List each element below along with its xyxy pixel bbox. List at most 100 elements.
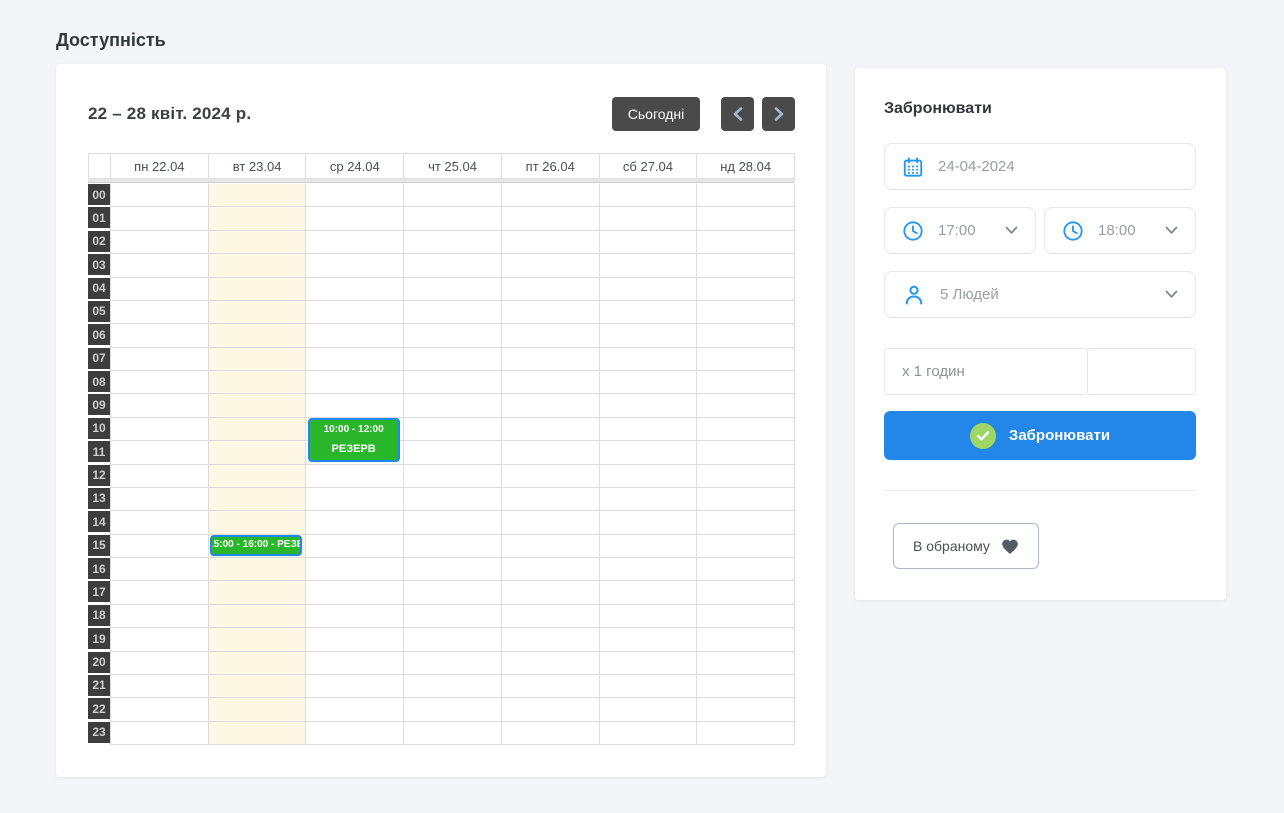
calendar-slot[interactable] — [697, 254, 795, 277]
calendar-slot[interactable] — [306, 558, 404, 581]
calendar-slot[interactable] — [697, 698, 795, 721]
calendar-slot[interactable] — [502, 698, 600, 721]
calendar-slot[interactable] — [697, 465, 795, 488]
calendar-slot[interactable] — [306, 301, 404, 324]
calendar-slot[interactable] — [306, 231, 404, 254]
calendar-slot[interactable] — [502, 652, 600, 675]
calendar-slot[interactable] — [110, 558, 209, 581]
calendar-slot[interactable] — [110, 605, 209, 628]
calendar-slot[interactable] — [209, 418, 307, 441]
calendar-slot[interactable] — [209, 488, 307, 511]
calendar-slot[interactable] — [600, 441, 698, 464]
calendar-slot[interactable] — [697, 722, 795, 745]
calendar-slot[interactable] — [404, 254, 502, 277]
next-week-button[interactable] — [762, 97, 795, 131]
calendar-slot[interactable] — [110, 628, 209, 651]
calendar-slot[interactable] — [600, 511, 698, 534]
calendar-slot[interactable] — [697, 652, 795, 675]
calendar-slot[interactable] — [404, 511, 502, 534]
calendar-slot[interactable] — [209, 675, 307, 698]
calendar-slot[interactable] — [110, 511, 209, 534]
calendar-slot[interactable] — [110, 184, 209, 207]
calendar-slot[interactable] — [110, 301, 209, 324]
calendar-slot[interactable] — [404, 348, 502, 371]
calendar-slot[interactable] — [697, 184, 795, 207]
calendar-slot[interactable] — [502, 324, 600, 347]
calendar-slot[interactable] — [110, 231, 209, 254]
calendar-slot[interactable] — [209, 511, 307, 534]
calendar-slot[interactable] — [209, 324, 307, 347]
calendar-slot[interactable] — [306, 605, 404, 628]
calendar-slot[interactable] — [110, 254, 209, 277]
calendar-slot[interactable] — [600, 581, 698, 604]
calendar-slot[interactable] — [600, 278, 698, 301]
calendar-slot[interactable] — [502, 628, 600, 651]
time-to-select[interactable]: 18:00 — [1044, 207, 1196, 254]
calendar-slot[interactable] — [502, 488, 600, 511]
calendar-slot[interactable] — [697, 581, 795, 604]
calendar-slot[interactable] — [209, 371, 307, 394]
people-select[interactable]: 5 Людей — [884, 271, 1196, 318]
calendar-slot[interactable] — [697, 511, 795, 534]
calendar-slot[interactable] — [306, 324, 404, 347]
calendar-slot[interactable] — [110, 278, 209, 301]
calendar-slot[interactable] — [502, 184, 600, 207]
calendar-slot[interactable] — [110, 418, 209, 441]
calendar-slot[interactable] — [110, 371, 209, 394]
calendar-slot[interactable] — [404, 184, 502, 207]
calendar-slot[interactable] — [502, 511, 600, 534]
calendar-slot[interactable] — [404, 207, 502, 230]
calendar-slot[interactable] — [404, 605, 502, 628]
calendar-slot[interactable] — [306, 722, 404, 745]
calendar-slot[interactable] — [110, 652, 209, 675]
calendar-slot[interactable] — [600, 698, 698, 721]
calendar-slot[interactable] — [697, 348, 795, 371]
calendar-slot[interactable] — [600, 605, 698, 628]
calendar-slot[interactable] — [502, 558, 600, 581]
calendar-slot[interactable] — [209, 231, 307, 254]
calendar-slot[interactable] — [306, 465, 404, 488]
reservation-event[interactable]: 10:00 - 12:00РЕЗЕРВ — [308, 418, 400, 463]
calendar-slot[interactable] — [502, 348, 600, 371]
calendar-slot[interactable] — [404, 301, 502, 324]
calendar-slot[interactable] — [404, 324, 502, 347]
calendar-slot[interactable] — [600, 465, 698, 488]
calendar-slot[interactable] — [306, 254, 404, 277]
calendar-slot[interactable] — [600, 722, 698, 745]
calendar-slot[interactable] — [697, 207, 795, 230]
calendar-slot[interactable] — [110, 324, 209, 347]
calendar-slot[interactable] — [306, 394, 404, 417]
calendar-slot[interactable] — [600, 418, 698, 441]
calendar-slot[interactable] — [306, 652, 404, 675]
calendar-slot[interactable] — [600, 324, 698, 347]
calendar-slot[interactable] — [306, 581, 404, 604]
calendar-slot[interactable] — [600, 535, 698, 558]
duration-field[interactable]: x 1 годин — [884, 348, 1088, 395]
calendar-slot[interactable] — [404, 675, 502, 698]
calendar-slot[interactable] — [600, 558, 698, 581]
calendar-slot[interactable] — [110, 348, 209, 371]
calendar-slot[interactable] — [209, 254, 307, 277]
calendar-slot[interactable] — [404, 278, 502, 301]
calendar-slot[interactable] — [697, 628, 795, 651]
calendar-slot[interactable] — [697, 231, 795, 254]
calendar-slot[interactable] — [209, 441, 307, 464]
calendar-slot[interactable] — [404, 652, 502, 675]
calendar-slot[interactable] — [306, 278, 404, 301]
calendar-slot[interactable] — [209, 628, 307, 651]
book-button[interactable]: Забронювати — [884, 411, 1196, 460]
calendar-slot[interactable] — [697, 278, 795, 301]
time-from-select[interactable]: 17:00 — [884, 207, 1036, 254]
calendar-slot[interactable] — [209, 301, 307, 324]
calendar-slot[interactable] — [502, 441, 600, 464]
calendar-slot[interactable] — [502, 722, 600, 745]
calendar-slot[interactable] — [502, 465, 600, 488]
calendar-slot[interactable] — [697, 418, 795, 441]
calendar-slot[interactable] — [404, 698, 502, 721]
calendar-slot[interactable] — [697, 441, 795, 464]
calendar-slot[interactable] — [306, 184, 404, 207]
calendar-slot[interactable] — [404, 628, 502, 651]
calendar-slot[interactable] — [209, 698, 307, 721]
calendar-slot[interactable] — [306, 511, 404, 534]
favorites-button[interactable]: В обраному — [893, 523, 1039, 569]
